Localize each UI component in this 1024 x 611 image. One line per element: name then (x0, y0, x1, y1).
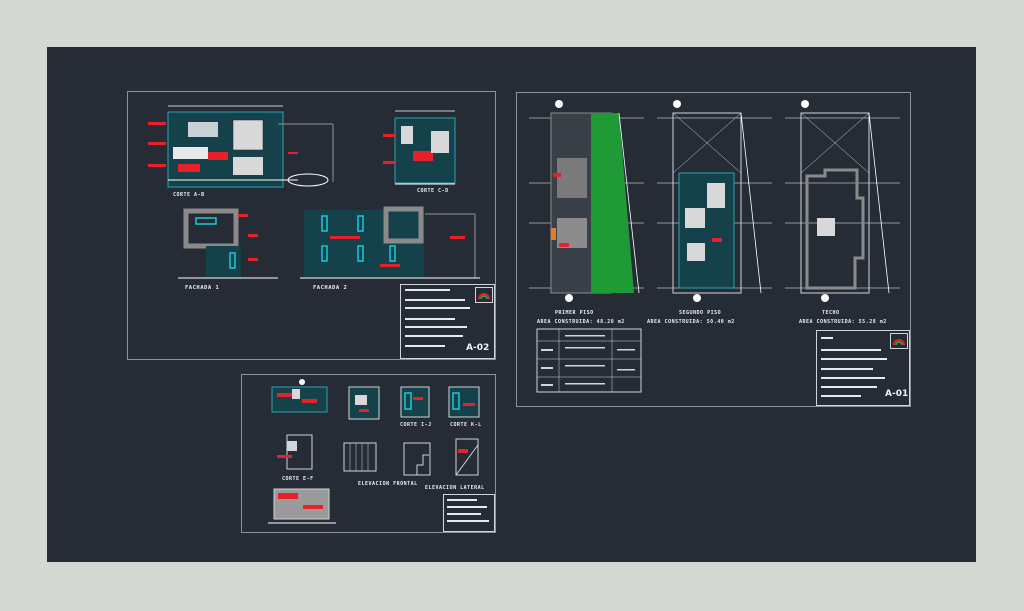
label-area-2: AREA CONSTRUIDA: 50.40 m2 (647, 319, 735, 325)
title-block-a02: A-02 (400, 284, 495, 359)
elevacion-frontal-drawing (343, 442, 377, 472)
company-logo-a01 (890, 333, 908, 349)
company-logo-a02 (475, 287, 493, 303)
corte-cd-drawing (383, 110, 456, 185)
primer-piso-plan (529, 100, 644, 302)
label-techo: TECHO (822, 310, 840, 316)
label-fachada-2: FACHADA 2 (313, 285, 348, 291)
elevacion-lateral-detail (403, 438, 479, 476)
corte-gh-drawing (348, 386, 380, 420)
label-corte-ab: CORTE A-B (173, 192, 205, 198)
corte-ij-drawing (400, 386, 430, 418)
fachada-1-drawing (178, 208, 278, 279)
label-area-1: AREA CONSTRUIDA: 48.28 m2 (537, 319, 625, 325)
sheet-a01[interactable]: PRIMER PISO AREA CONSTRUIDA: 48.28 m2 SE… (516, 92, 911, 407)
label-corte-ef: CORTE E-F (282, 476, 314, 482)
area-table (536, 328, 642, 393)
corte-ef-plan (277, 434, 313, 470)
title-block-a01: A-01 (816, 330, 910, 406)
sheet-number-a02: A-02 (466, 343, 490, 353)
label-elevacion-lateral: ELEVACION LATERAL (425, 485, 485, 491)
label-segundo-piso: SEGUNDO PISO (679, 310, 722, 316)
label-elevacion-frontal: ELEVACION FRONTAL (358, 481, 418, 487)
sheet-number-a01: A-01 (885, 389, 909, 399)
corte-ef-drawing (271, 379, 328, 413)
label-corte-cd: CORTE C-D (417, 188, 449, 194)
corte-kl-drawing (448, 386, 480, 418)
segundo-piso-plan (657, 100, 772, 302)
title-block-details (443, 494, 495, 532)
corte-ab-extension (278, 123, 334, 182)
sheet-details[interactable]: CORTE I-J CORTE K-L CORTE E-F ELEVACION … (241, 374, 496, 533)
label-fachada-1: FACHADA 1 (185, 285, 220, 291)
label-corte-kl: CORTE K-L (450, 422, 482, 428)
cad-model-space[interactable]: CORTE A-B CORTE C-D FACHADA 1 FACHADA 2 … (47, 47, 976, 562)
techo-plan (785, 100, 900, 302)
label-area-3: AREA CONSTRUIDA: 55.28 m2 (799, 319, 887, 325)
bottom-section-drawing (268, 488, 336, 524)
label-corte-ij: CORTE I-J (400, 422, 432, 428)
fachada-2-drawing (300, 206, 480, 279)
sheet-a02[interactable]: CORTE A-B CORTE C-D FACHADA 1 FACHADA 2 … (127, 91, 496, 360)
label-primer-piso: PRIMER PISO (555, 310, 594, 316)
